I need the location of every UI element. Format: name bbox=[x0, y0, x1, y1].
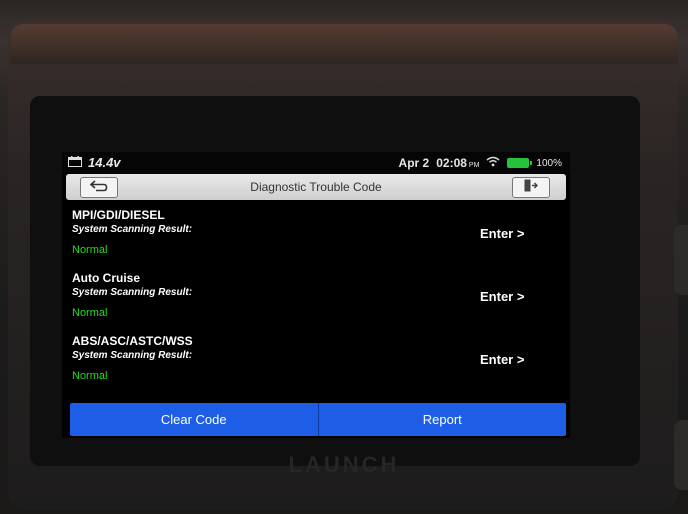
title-bar: Diagnostic Trouble Code bbox=[66, 174, 566, 200]
system-scan-label: System Scanning Result: bbox=[72, 287, 193, 298]
battery-percent: 100% bbox=[536, 157, 562, 169]
enter-button[interactable]: Enter > bbox=[480, 352, 524, 367]
system-scan-label: System Scanning Result: bbox=[72, 350, 193, 361]
enter-button[interactable]: Enter > bbox=[480, 226, 524, 241]
system-name: MPI/GDI/DIESEL bbox=[72, 208, 165, 222]
status-bar: 14.4v Apr 2 02:08 PM 100% bbox=[62, 152, 570, 174]
status-right: Apr 2 02:08 PM 100% bbox=[399, 156, 562, 170]
system-status: Normal bbox=[72, 370, 108, 382]
device-screen: 14.4v Apr 2 02:08 PM 100% Diagnostic Trou… bbox=[62, 152, 570, 438]
system-scan-label: System Scanning Result: bbox=[72, 224, 193, 235]
status-time: 02:08 PM bbox=[436, 156, 480, 170]
device-top-edge bbox=[10, 24, 678, 64]
enter-button[interactable]: Enter > bbox=[480, 289, 524, 304]
exit-button[interactable] bbox=[512, 177, 550, 198]
system-status: Normal bbox=[72, 244, 108, 256]
system-row: Auto Cruise System Scanning Result: Norm… bbox=[62, 269, 570, 332]
system-row: MPI/GDI/DIESEL System Scanning Result: N… bbox=[62, 206, 570, 269]
clear-code-button[interactable]: Clear Code bbox=[70, 403, 318, 436]
page-title: Diagnostic Trouble Code bbox=[250, 180, 382, 194]
system-row: ABS/ASC/ASTC/WSS System Scanning Result:… bbox=[62, 332, 570, 395]
calendar-icon bbox=[68, 155, 82, 170]
battery-voltage: 14.4v bbox=[88, 155, 121, 170]
system-list: MPI/GDI/DIESEL System Scanning Result: N… bbox=[62, 206, 570, 395]
status-date: Apr 2 bbox=[398, 156, 430, 170]
report-button[interactable]: Report bbox=[319, 403, 567, 436]
battery-icon bbox=[507, 158, 533, 168]
wifi-icon bbox=[486, 156, 500, 170]
exit-icon bbox=[524, 179, 539, 197]
system-name: Auto Cruise bbox=[72, 271, 141, 285]
device-side-button bbox=[674, 225, 688, 295]
status-left: 14.4v bbox=[68, 155, 121, 170]
action-bar: Clear Code Report bbox=[70, 403, 566, 436]
system-status: Normal bbox=[72, 307, 108, 319]
device-brand-logo: LAUNCH bbox=[288, 452, 400, 477]
system-name: ABS/ASC/ASTC/WSS bbox=[72, 334, 193, 348]
